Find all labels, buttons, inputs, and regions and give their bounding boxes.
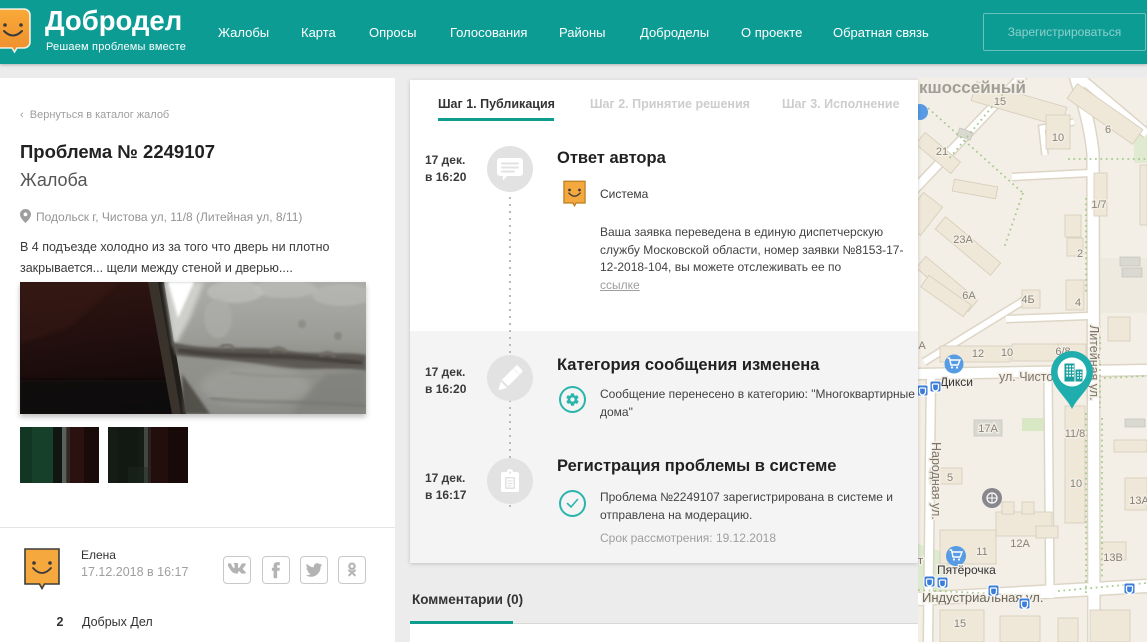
svg-text:Дикси: Дикси xyxy=(940,375,973,389)
svg-text:15: 15 xyxy=(994,96,1006,108)
svg-text:6: 6 xyxy=(1105,124,1111,136)
svg-text:15: 15 xyxy=(954,618,966,630)
svg-text:кшоссейный: кшоссейный xyxy=(919,78,1026,97)
svg-text:12: 12 xyxy=(972,348,984,360)
svg-text:13В: 13В xyxy=(1103,552,1123,564)
svg-text:5: 5 xyxy=(947,472,953,484)
svg-text:10: 10 xyxy=(1052,132,1064,144)
svg-text:Пятёрочка: Пятёрочка xyxy=(937,563,996,577)
svg-text:13А: 13А xyxy=(1129,495,1147,507)
svg-text:т: т xyxy=(918,555,923,567)
svg-text:Народная ул.: Народная ул. xyxy=(929,442,943,520)
svg-text:12А: 12А xyxy=(1010,538,1030,550)
svg-text:11/8: 11/8 xyxy=(1065,428,1086,440)
svg-text:А: А xyxy=(918,340,926,352)
svg-text:11: 11 xyxy=(976,546,987,558)
svg-text:4Б: 4Б xyxy=(1021,294,1034,306)
svg-text:2: 2 xyxy=(1077,248,1083,260)
svg-text:10: 10 xyxy=(1070,478,1082,490)
svg-text:17А: 17А xyxy=(978,423,998,435)
svg-text:6А: 6А xyxy=(962,290,976,302)
svg-text:10: 10 xyxy=(1001,347,1013,359)
svg-text:23А: 23А xyxy=(953,234,973,246)
svg-text:4: 4 xyxy=(1075,297,1081,309)
svg-text:1/7: 1/7 xyxy=(1091,199,1106,211)
svg-text:21: 21 xyxy=(936,146,948,158)
